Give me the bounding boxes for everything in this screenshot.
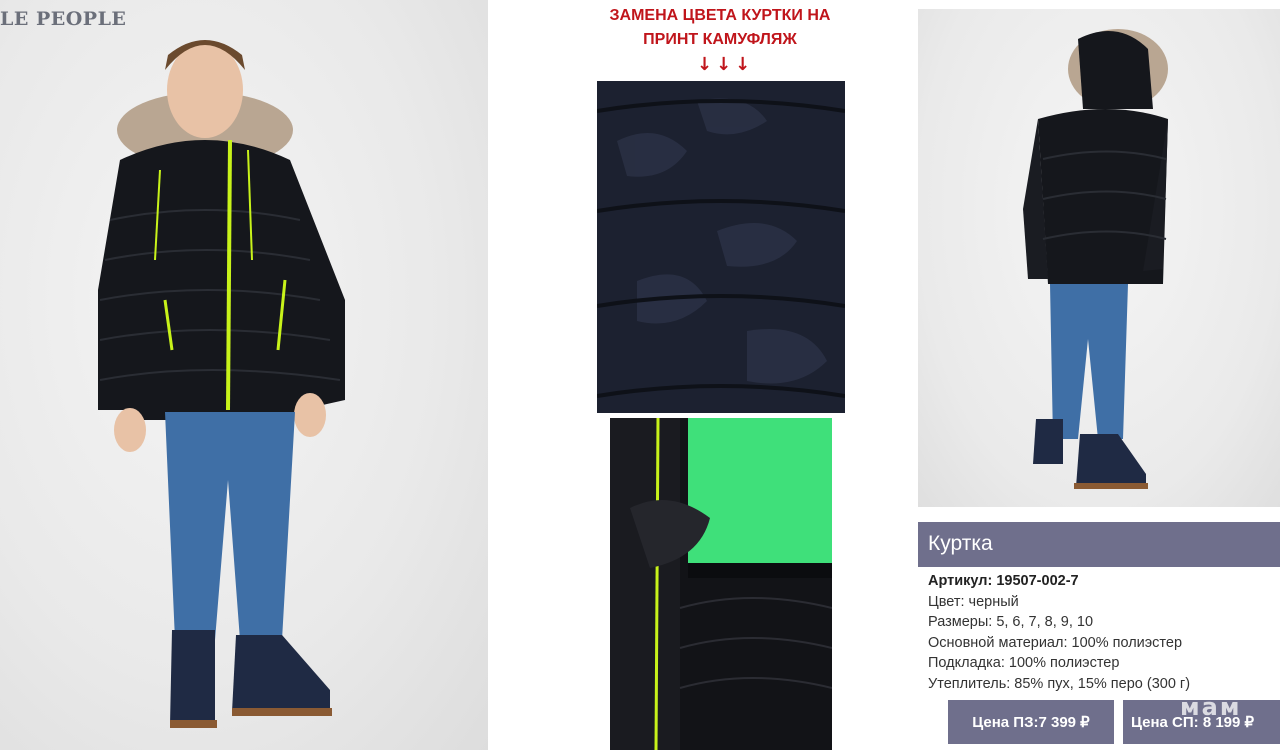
watermark-line2: мам xyxy=(1180,693,1242,721)
lining-closeup-photo xyxy=(610,418,832,750)
watermark: для мам xyxy=(1180,680,1242,721)
model-front-illustration xyxy=(98,40,345,728)
product-sku: Артикул: 19507-002-7 xyxy=(928,573,1079,589)
swap-notice-heading: ЗАМЕНА ЦВЕТА КУРТКИ НА ПРИНТ КАМУФЛЯЖ xyxy=(585,4,855,52)
model-back-photo xyxy=(918,9,1280,507)
model-back-illustration xyxy=(1023,29,1168,489)
product-material: Основной материал: 100% полиэстер xyxy=(928,634,1183,651)
brand-logo: LE PEOPLE xyxy=(0,8,127,30)
product-lining: Подкладка: 100% полиэстер xyxy=(928,655,1120,671)
camo-fabric-photo xyxy=(597,81,845,413)
product-title: Куртка xyxy=(928,532,993,555)
camo-fabric-illustration xyxy=(597,81,845,413)
product-color: Цвет: черный xyxy=(928,593,1019,610)
lining-closeup-illustration xyxy=(610,418,832,750)
product-sizes: Размеры: 5, 6, 7, 8, 9, 10 xyxy=(928,614,1094,630)
swap-notice-line1: ЗАМЕНА ЦВЕТА КУРТКИ НА xyxy=(609,7,831,24)
product-specs: Артикул: 19507-002-7 Цвет: черный Размер… xyxy=(928,571,1278,694)
product-title-bar: Куртка xyxy=(918,522,1280,567)
down-arrows-icon: ↓↓↓ xyxy=(697,54,755,75)
model-front-photo xyxy=(0,0,488,750)
swap-notice-line2: ПРИНТ КАМУФЛЯЖ xyxy=(643,31,797,48)
price-pz-badge: Цена ПЗ:7 399 ₽ xyxy=(948,700,1114,744)
